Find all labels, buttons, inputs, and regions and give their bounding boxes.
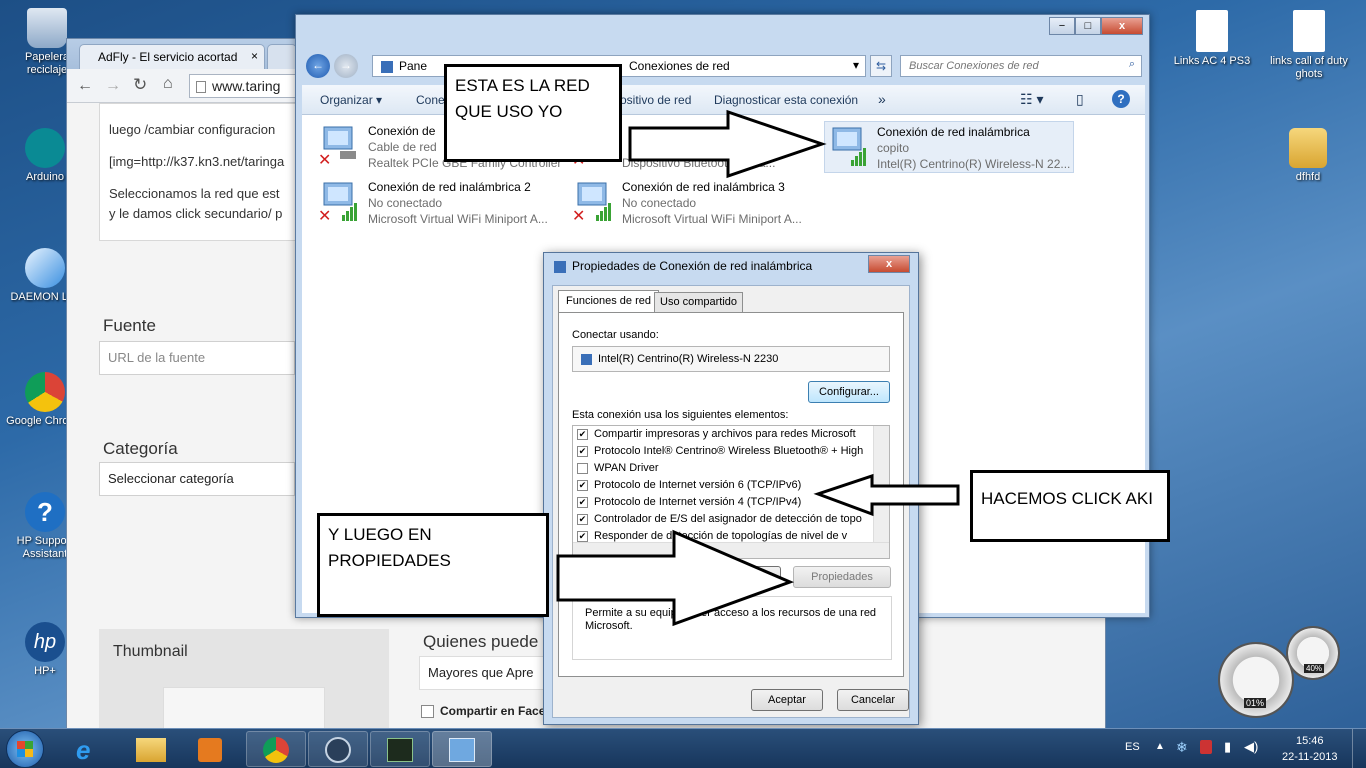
taskbar-steam[interactable] — [308, 731, 368, 767]
steam-icon — [325, 737, 351, 763]
callout-click: HACEMOS CLICK AKI — [970, 470, 1170, 542]
taskbar-ie[interactable]: e — [60, 731, 120, 767]
volume-icon[interactable]: ◀) — [1244, 739, 1258, 755]
ram-gauge: 40% — [1286, 626, 1340, 680]
annotation-arrows — [556, 109, 960, 627]
cpu-value: 01% — [1244, 698, 1267, 708]
clock-time[interactable]: 15:46 — [1296, 735, 1324, 747]
snowflake-icon[interactable]: ❄ — [1176, 739, 1188, 756]
taskbar-app[interactable] — [370, 731, 430, 767]
ram-value: 40% — [1304, 664, 1325, 673]
taskbar-explorer[interactable] — [120, 731, 180, 767]
show-desktop-button[interactable] — [1352, 729, 1366, 768]
media-player-icon — [198, 738, 222, 762]
taskbar-media[interactable] — [180, 731, 240, 767]
arrow-right-icon — [628, 109, 827, 179]
arrow-left-icon — [813, 473, 960, 517]
taskbar: e ES ▲ ❄ ▮ ◀) 15:46 22-11-2013 — [0, 728, 1366, 768]
folder-icon — [136, 738, 166, 762]
clock-date[interactable]: 22-11-2013 — [1282, 751, 1337, 763]
taskbar-network-connections[interactable] — [432, 731, 492, 767]
language-indicator[interactable]: ES — [1125, 741, 1140, 753]
taskbar-chrome[interactable] — [246, 731, 306, 767]
terminal-icon — [387, 738, 413, 762]
cpu-meter-gadget: 01% 40% — [1216, 626, 1344, 718]
arrow-right-icon — [556, 529, 795, 627]
start-button[interactable] — [6, 730, 44, 768]
cpu-gauge: 01% — [1218, 642, 1294, 718]
ie-icon: e — [76, 735, 91, 765]
windows-logo-icon — [17, 741, 33, 757]
callout-red: ESTA ES LA RED QUE USO YO — [444, 64, 622, 162]
network-icon — [449, 738, 475, 762]
tray-app-icon[interactable] — [1200, 740, 1212, 754]
chrome-icon — [263, 737, 289, 763]
callout-propiedades: Y LUEGO EN PROPIEDADES — [317, 513, 549, 617]
show-hidden-icons[interactable]: ▲ — [1155, 741, 1165, 752]
signal-icon[interactable]: ▮ — [1224, 739, 1231, 755]
